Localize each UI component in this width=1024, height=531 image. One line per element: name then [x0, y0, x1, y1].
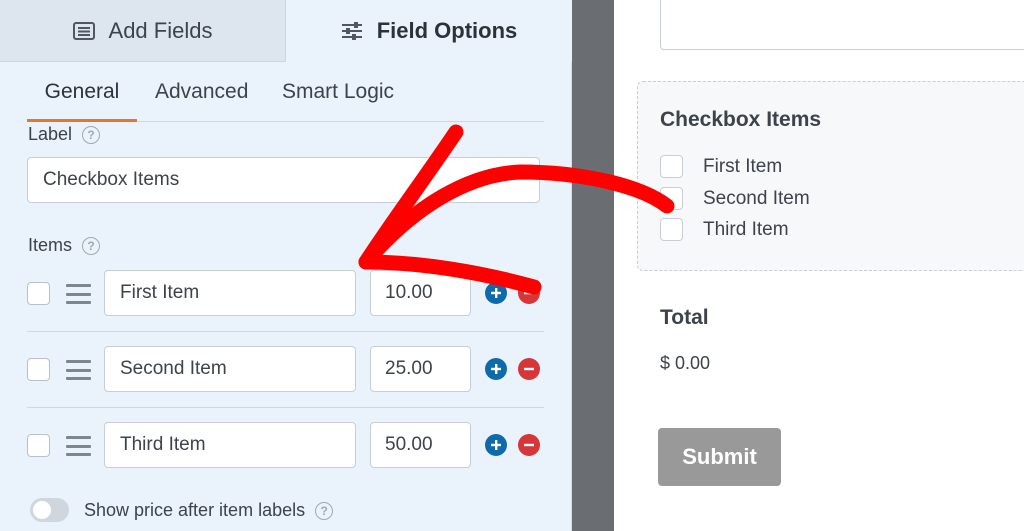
preview-option-label: First Item	[703, 155, 783, 177]
plus-circle-icon[interactable]	[485, 282, 507, 304]
choice-name-input[interactable]: First Item	[104, 270, 356, 316]
preview-option[interactable]: Second Item	[660, 187, 810, 210]
sliders-icon	[341, 21, 363, 41]
question-circle-icon[interactable]: ?	[82, 125, 101, 144]
form-preview: Checkbox Items First Item Second Item Th…	[614, 0, 1024, 531]
tab-field-options-label: Field Options	[376, 18, 518, 43]
choice-name-input[interactable]: Third Item	[104, 422, 356, 468]
items-title-text: Items	[28, 235, 73, 255]
subtab-general[interactable]: General	[27, 80, 137, 122]
choice-price-input[interactable]: 50.00	[370, 422, 471, 468]
label-field-title: Label ?	[28, 124, 101, 145]
show-price-setting: Show price after item labels ?	[84, 500, 334, 521]
question-circle-icon[interactable]: ?	[82, 236, 101, 255]
preview-option-checkbox[interactable]	[660, 155, 683, 178]
total-label: Total	[660, 306, 709, 329]
items-field-title: Items ?	[28, 235, 101, 256]
label-title-text: Label	[28, 124, 73, 144]
choice-name-input[interactable]: Second Item	[104, 346, 356, 392]
submit-button[interactable]: Submit	[658, 428, 781, 486]
preview-previous-field-input[interactable]	[660, 0, 1024, 50]
form-list-icon	[72, 21, 95, 40]
minus-circle-icon[interactable]	[518, 282, 540, 304]
subtab-smart-logic[interactable]: Smart Logic	[282, 80, 394, 122]
choice-default-checkbox[interactable]	[27, 434, 50, 457]
field-options-subtabs: General Advanced Smart Logic	[27, 70, 544, 122]
tab-field-options[interactable]: Field Options	[286, 0, 572, 62]
preview-field-title: Checkbox Items	[660, 108, 822, 131]
field-options-panel: Add Fields Field Options General Advance…	[0, 0, 572, 531]
choice-default-checkbox[interactable]	[27, 282, 50, 305]
drag-handle-icon[interactable]	[66, 360, 91, 380]
show-price-label: Show price after item labels	[84, 500, 306, 520]
preview-option-checkbox[interactable]	[660, 187, 683, 210]
drag-handle-icon[interactable]	[66, 284, 91, 304]
row-divider	[27, 331, 544, 332]
total-value: $ 0.00	[660, 353, 711, 373]
preview-option-checkbox[interactable]	[660, 218, 683, 241]
choice-price-input[interactable]: 10.00	[370, 270, 471, 316]
drag-handle-icon[interactable]	[66, 436, 91, 456]
minus-circle-icon[interactable]	[518, 434, 540, 456]
tab-add-fields[interactable]: Add Fields	[0, 0, 286, 62]
choice-row: Third Item 50.00	[27, 422, 544, 498]
subtab-advanced[interactable]: Advanced	[155, 80, 248, 122]
tab-add-fields-label: Add Fields	[108, 17, 213, 43]
choice-price-input[interactable]: 25.00	[370, 346, 471, 392]
plus-circle-icon[interactable]	[485, 434, 507, 456]
question-circle-icon[interactable]: ?	[315, 501, 334, 520]
preview-option[interactable]: First Item	[660, 155, 782, 178]
minus-circle-icon[interactable]	[518, 358, 540, 380]
choice-row: First Item 10.00	[27, 270, 544, 346]
row-divider	[27, 407, 544, 408]
choice-row: Second Item 25.00	[27, 346, 544, 422]
preview-checkbox-field[interactable]: Checkbox Items First Item Second Item Th…	[637, 81, 1024, 271]
preview-option-label: Third Item	[703, 218, 789, 240]
label-input[interactable]: Checkbox Items	[27, 157, 540, 203]
preview-option[interactable]: Third Item	[660, 218, 789, 241]
builder-tabs: Add Fields Field Options	[0, 0, 572, 62]
preview-option-label: Second Item	[703, 187, 810, 209]
choice-default-checkbox[interactable]	[27, 358, 50, 381]
show-price-toggle[interactable]	[30, 498, 69, 522]
plus-circle-icon[interactable]	[485, 358, 507, 380]
panel-divider	[572, 0, 614, 531]
